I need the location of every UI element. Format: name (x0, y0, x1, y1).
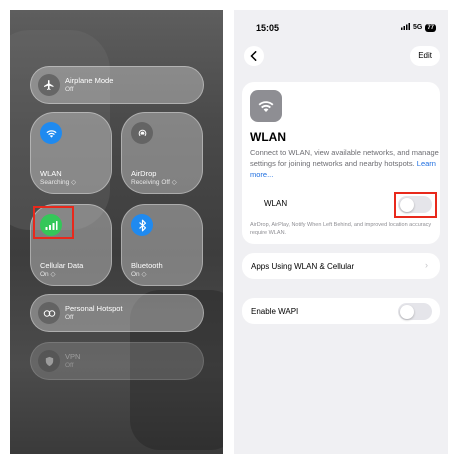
vpn-status: Off (65, 362, 74, 369)
chevron-right-icon: › (425, 260, 428, 270)
vpn-toggle[interactable]: VPN Off (30, 342, 204, 380)
personal-hotspot-toggle[interactable]: Personal Hotspot Off (30, 294, 204, 332)
airdrop-icon (131, 122, 153, 144)
wlan-tile[interactable]: WLAN Searching ◇ (30, 112, 112, 194)
airplane-icon (38, 74, 60, 96)
back-button[interactable] (244, 46, 264, 66)
hotspot-status: Off (65, 314, 74, 321)
status-time: 15:05 (256, 23, 280, 33)
cellular-highlight-box (33, 206, 74, 239)
vpn-icon (38, 350, 60, 372)
wlan-description: Connect to WLAN, view available networks… (250, 147, 440, 180)
wlan-toggle-highlight-box (394, 192, 437, 218)
airplane-mode-title: Airplane Mode (65, 76, 114, 85)
page-title: WLAN (250, 130, 286, 144)
wifi-icon (250, 90, 282, 122)
airdrop-tile[interactable]: AirDrop Receiving Off ◇ (121, 112, 203, 194)
airdrop-tile-title: AirDrop (131, 169, 157, 178)
bluetooth-tile[interactable]: Bluetooth On ◇ (121, 204, 203, 286)
airplane-mode-toggle[interactable]: Airplane Mode Off (30, 66, 204, 104)
wlan-footnote: AirDrop, AirPlay, Notify When Left Behin… (250, 222, 432, 236)
toggle-knob (399, 304, 414, 319)
wlan-toggle-label: WLAN (264, 199, 288, 208)
network-type: 5G (412, 24, 423, 31)
bluetooth-tile-status: On ◇ (131, 271, 147, 278)
vpn-title: VPN (65, 352, 81, 361)
wapi-toggle[interactable] (398, 303, 432, 320)
hotspot-title: Personal Hotspot (65, 304, 123, 313)
hotspot-icon (38, 302, 60, 324)
wapi-label: Enable WAPI (251, 307, 299, 316)
edit-button[interactable]: Edit (410, 46, 440, 66)
wifi-icon (40, 122, 62, 144)
settings-screen: 15:05 5G 77 Edit WLAN Connect to WLAN, v… (234, 10, 448, 454)
wlan-tile-title: WLAN (40, 169, 62, 178)
bluetooth-icon (131, 214, 153, 236)
chevron-left-icon (250, 51, 257, 61)
signal-icon (400, 23, 410, 32)
cellular-tile-title: Cellular Data (40, 261, 84, 270)
cellular-tile-status: On ◇ (40, 271, 56, 278)
airdrop-tile-status: Receiving Off ◇ (131, 179, 177, 186)
wlan-tile-status: Searching ◇ (40, 179, 77, 186)
control-center-panel: Airplane Mode Off WLAN Searching ◇ AirDr… (10, 10, 223, 454)
description-text: Connect to WLAN, view available networks… (250, 148, 439, 168)
battery-icon: 77 (425, 23, 436, 32)
status-bar-right: 5G 77 (400, 23, 436, 32)
apps-row-label: Apps Using WLAN & Cellular (251, 262, 355, 271)
airplane-mode-status: Off (65, 86, 74, 93)
bluetooth-tile-title: Bluetooth (131, 261, 163, 270)
